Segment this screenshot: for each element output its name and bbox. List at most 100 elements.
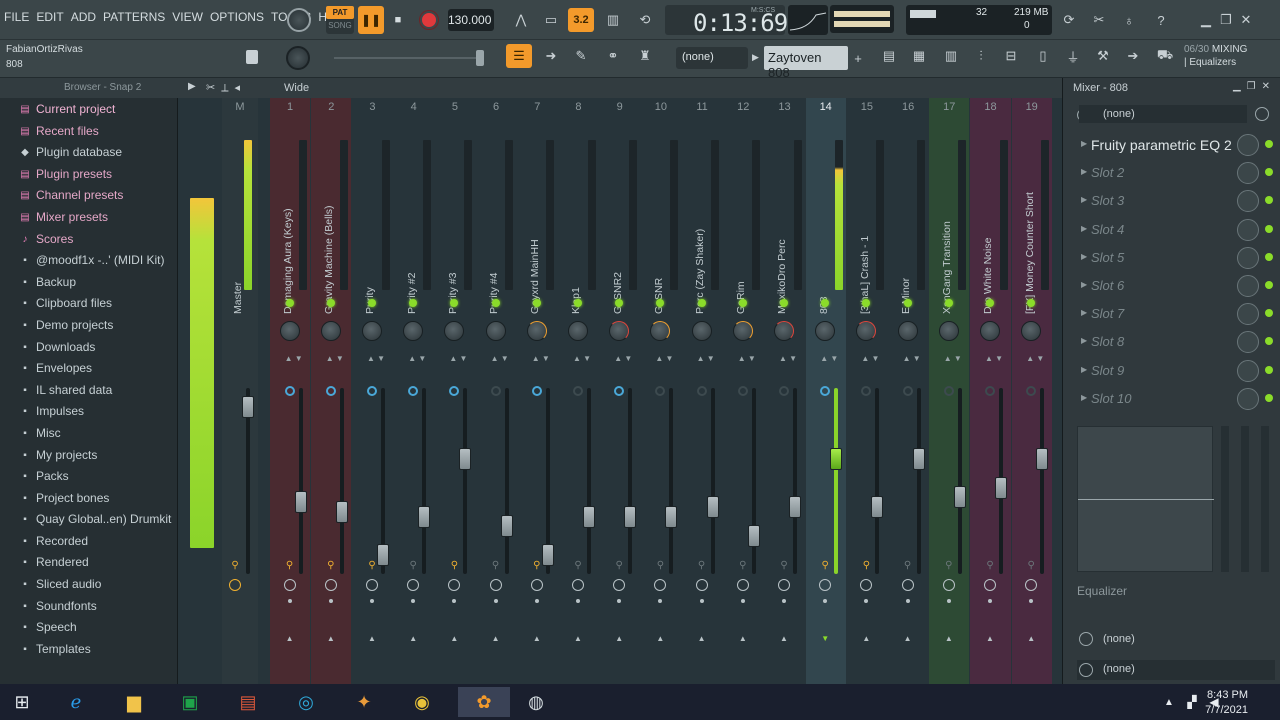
pan-knob[interactable] xyxy=(279,321,300,341)
delay-icon[interactable] xyxy=(283,579,296,591)
explorer-taskbar-button[interactable]: ▆ xyxy=(116,687,152,717)
pan-knob[interactable] xyxy=(320,321,341,341)
browser-item[interactable]: ▤ Channel presets xyxy=(0,186,178,208)
panel-window-controls[interactable]: ▁❐✕ xyxy=(1233,81,1276,92)
send-arrow[interactable]: ▲ xyxy=(614,634,624,643)
routing-bulb[interactable]: ⚲ xyxy=(367,560,377,572)
step-edit-button[interactable]: 3.2 xyxy=(568,8,594,32)
send-dot[interactable] xyxy=(369,599,374,603)
stereo-knob[interactable] xyxy=(655,386,666,396)
delay-icon[interactable] xyxy=(407,579,420,591)
slot-enable-led[interactable] xyxy=(1265,140,1273,148)
pan-knob[interactable] xyxy=(444,321,465,341)
stereo-separation-icon[interactable]: ▲ ▼ xyxy=(532,354,550,363)
stereo-separation-icon[interactable]: ▲ ▼ xyxy=(326,354,344,363)
plugin-picker-button[interactable]: ⏚ xyxy=(1060,44,1086,68)
browser-item[interactable]: ▪ Quay Global..en) Drumkit xyxy=(0,510,178,532)
menu-patterns[interactable]: PATTERNS xyxy=(103,10,165,24)
view-file-button[interactable]: ▯ xyxy=(1030,44,1056,68)
volume-fader[interactable] xyxy=(747,524,760,547)
send-arrow[interactable]: ▲ xyxy=(655,634,665,643)
send-arrow[interactable]: ▲ xyxy=(944,634,954,643)
routing-bulb[interactable]: ⚲ xyxy=(614,560,624,572)
mixer-track-14[interactable]: 14 808 ▲ ▼ ⚲ ▼ xyxy=(805,98,846,684)
mixer-track-19[interactable]: 19 [FX] Money Counter Short ▲ ▼ ⚲ ▲ xyxy=(1011,98,1052,684)
pan-knob[interactable] xyxy=(732,321,753,341)
delay-icon[interactable] xyxy=(1025,579,1038,591)
slot-mix-knob[interactable] xyxy=(1237,190,1259,213)
app-taskbar-button[interactable]: ▤ xyxy=(230,687,266,717)
expand-icon[interactable]: ▶ xyxy=(1081,224,1087,233)
menu-add[interactable]: ADD xyxy=(71,10,96,24)
send-dot[interactable] xyxy=(328,599,333,603)
mixer-menu-icon[interactable]: ▶ xyxy=(188,81,196,92)
eq-fader-3[interactable] xyxy=(1261,426,1269,572)
slot-enable-led[interactable] xyxy=(1265,337,1273,346)
delay-icon[interactable] xyxy=(365,579,378,591)
pattern-selector[interactable]: Zaytoven 808 xyxy=(764,46,848,80)
view-piano-roll-button[interactable]: ▦ xyxy=(906,44,932,68)
stereo-knob[interactable] xyxy=(408,386,419,396)
stamp-button[interactable]: ♜ xyxy=(632,44,658,68)
tempo-display[interactable]: 130.000 xyxy=(448,9,494,31)
volume-fader[interactable] xyxy=(830,448,843,470)
effect-slot-2[interactable]: ▶ Slot 2 xyxy=(1077,160,1277,186)
routing-bulb[interactable]: ⚲ xyxy=(944,560,954,572)
browser-item[interactable]: ▪ Impulses xyxy=(0,402,178,424)
routing-bulb[interactable]: ⚲ xyxy=(326,560,336,572)
slot-enable-led[interactable] xyxy=(1265,196,1273,205)
mixer-track-12[interactable]: 12 GoRim ▲ ▼ ⚲ ▲ xyxy=(723,98,763,684)
stereo-knob[interactable] xyxy=(696,386,707,396)
expand-icon[interactable]: ▶ xyxy=(1081,336,1087,345)
stereo-separation-icon[interactable]: ▲ ▼ xyxy=(697,354,715,363)
blend-notes-button[interactable]: ▥ xyxy=(600,8,626,32)
edge-taskbar-button[interactable]: ◎ xyxy=(288,687,324,717)
send-dot[interactable] xyxy=(617,599,622,603)
effect-slot-5[interactable]: ▶ Slot 5 xyxy=(1077,245,1277,271)
volume-fader[interactable] xyxy=(1036,448,1049,470)
browser-item[interactable]: ▪ Demo projects xyxy=(0,316,178,338)
delay-icon[interactable] xyxy=(777,579,790,591)
slot-enable-led[interactable] xyxy=(1265,393,1273,402)
delay-icon[interactable] xyxy=(654,579,667,591)
mixer-track-6[interactable]: 6 Purity #4 ▲ ▼ ⚲ ▲ xyxy=(476,98,516,684)
delay-icon[interactable] xyxy=(571,579,584,591)
effect-slot-8[interactable]: ▶ Slot 8 xyxy=(1077,329,1277,355)
delay-icon[interactable] xyxy=(819,579,832,591)
delay-icon[interactable] xyxy=(736,579,749,591)
volume-fader[interactable] xyxy=(582,505,595,528)
send-dot[interactable] xyxy=(946,599,951,603)
send-dot[interactable] xyxy=(781,599,786,603)
stop-button[interactable]: ■ xyxy=(387,6,409,34)
send-arrow[interactable]: ▲ xyxy=(367,634,377,643)
browser-item[interactable]: ▤ Mixer presets xyxy=(0,208,178,230)
delay-icon[interactable] xyxy=(530,579,543,591)
track-enable-led[interactable] xyxy=(491,299,500,307)
menu-edit[interactable]: EDIT xyxy=(36,10,63,24)
pan-knob[interactable] xyxy=(361,321,382,341)
network-button[interactable]: ▞ xyxy=(1182,687,1202,717)
add-pattern-button[interactable]: + xyxy=(850,46,866,70)
metronome-button[interactable]: ⋀ xyxy=(508,8,534,32)
send-dot[interactable] xyxy=(905,599,910,603)
volume-fader[interactable] xyxy=(541,544,554,566)
stereo-knob[interactable] xyxy=(820,386,831,396)
delay-icon[interactable] xyxy=(229,579,241,591)
delay-icon[interactable] xyxy=(901,579,914,591)
track-enable-led[interactable] xyxy=(985,299,994,307)
send-arrow[interactable]: ▲ xyxy=(861,634,871,643)
stereo-separation-icon[interactable]: ▲ ▼ xyxy=(367,354,385,363)
view-browser-button[interactable]: ⊟ xyxy=(998,44,1024,68)
view-playlist-button[interactable]: ▤ xyxy=(876,44,902,68)
track-enable-led[interactable] xyxy=(285,299,294,307)
send-arrow[interactable]: ▲ xyxy=(408,634,418,643)
mixer-track-2[interactable]: 2 Gravity Machine (Bells) ▲ ▼ ⚲ ▲ xyxy=(311,98,352,684)
track-enable-led[interactable] xyxy=(697,299,706,307)
browser-item[interactable]: ◆ Plugin database xyxy=(0,143,178,165)
pan-knob[interactable] xyxy=(650,321,671,341)
send-arrow[interactable]: ▲ xyxy=(326,634,336,643)
volume-fader[interactable] xyxy=(912,448,925,470)
pan-knob[interactable] xyxy=(938,321,959,341)
expand-icon[interactable]: ▶ xyxy=(1081,167,1087,176)
obs-taskbar-button[interactable]: ◍ xyxy=(518,687,554,717)
